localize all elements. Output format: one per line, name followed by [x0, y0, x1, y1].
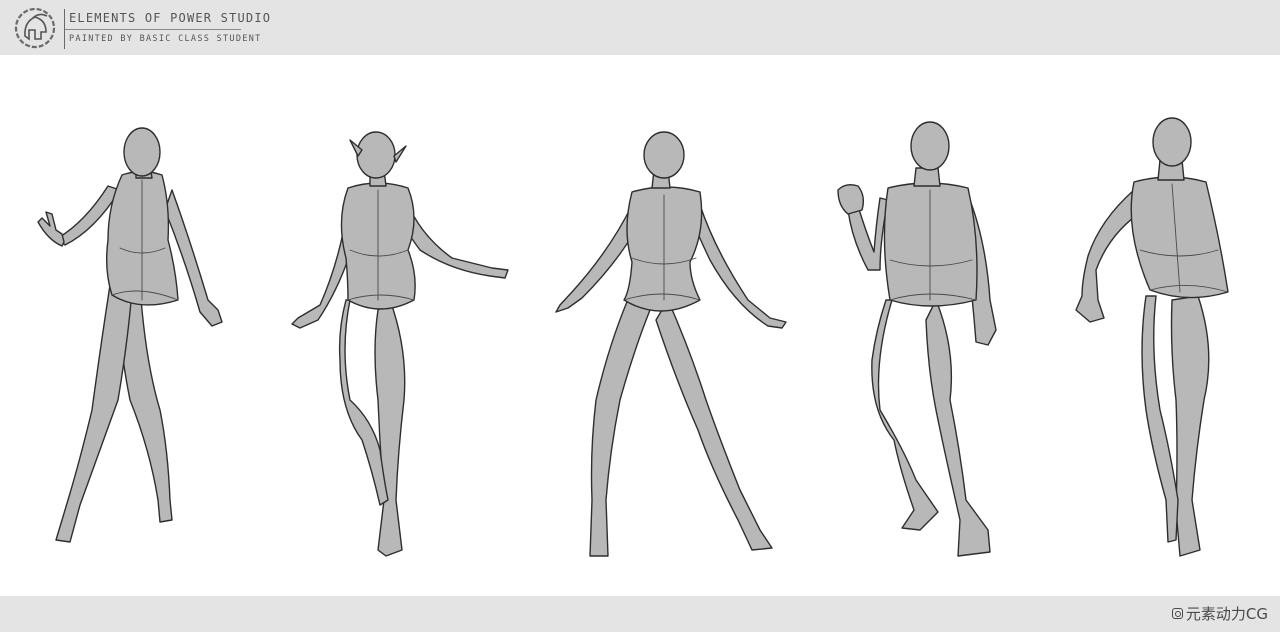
neck — [913, 167, 941, 187]
right-leg — [55, 284, 133, 543]
right-leg — [589, 289, 651, 557]
torso — [883, 182, 978, 307]
reference-sheet: ELEMENTS OF POWER STUDIO PAINTED BY BASI… — [0, 0, 1280, 632]
torso — [623, 186, 703, 312]
left-arm — [689, 204, 787, 329]
figure-female-wide-stance — [555, 131, 787, 557]
figure-female-elf — [291, 131, 509, 557]
left-leg — [655, 299, 773, 551]
weibo-camera-icon — [1171, 608, 1183, 619]
head — [643, 131, 685, 179]
left-leg — [374, 299, 406, 557]
right-fist — [837, 183, 865, 215]
brand-title: ELEMENTS OF POWER STUDIO — [69, 11, 272, 25]
head — [1152, 117, 1192, 167]
spartan-helmet-icon — [14, 7, 56, 49]
left-arm — [164, 189, 223, 327]
brand-divider — [65, 29, 241, 30]
left-arm — [397, 199, 509, 279]
torso — [1130, 176, 1229, 299]
figure-lineup — [37, 117, 1229, 557]
brand-block: ELEMENTS OF POWER STUDIO PAINTED BY BASI… — [64, 9, 270, 49]
right-hand — [37, 211, 65, 247]
footer-band — [0, 596, 1280, 632]
header-band — [0, 0, 1280, 55]
figure-female-1 — [37, 127, 223, 543]
figure-male-walking — [1075, 117, 1229, 557]
head — [910, 121, 950, 171]
left-ear — [393, 145, 407, 163]
head — [123, 127, 161, 177]
watermark: 元素动力CG — [1171, 603, 1268, 624]
brand-subtitle: PAINTED BY BASIC CLASS STUDENT — [69, 34, 262, 44]
head — [356, 131, 396, 179]
watermark-text: 元素动力CG — [1185, 605, 1268, 623]
figure-male-fist — [837, 121, 997, 557]
